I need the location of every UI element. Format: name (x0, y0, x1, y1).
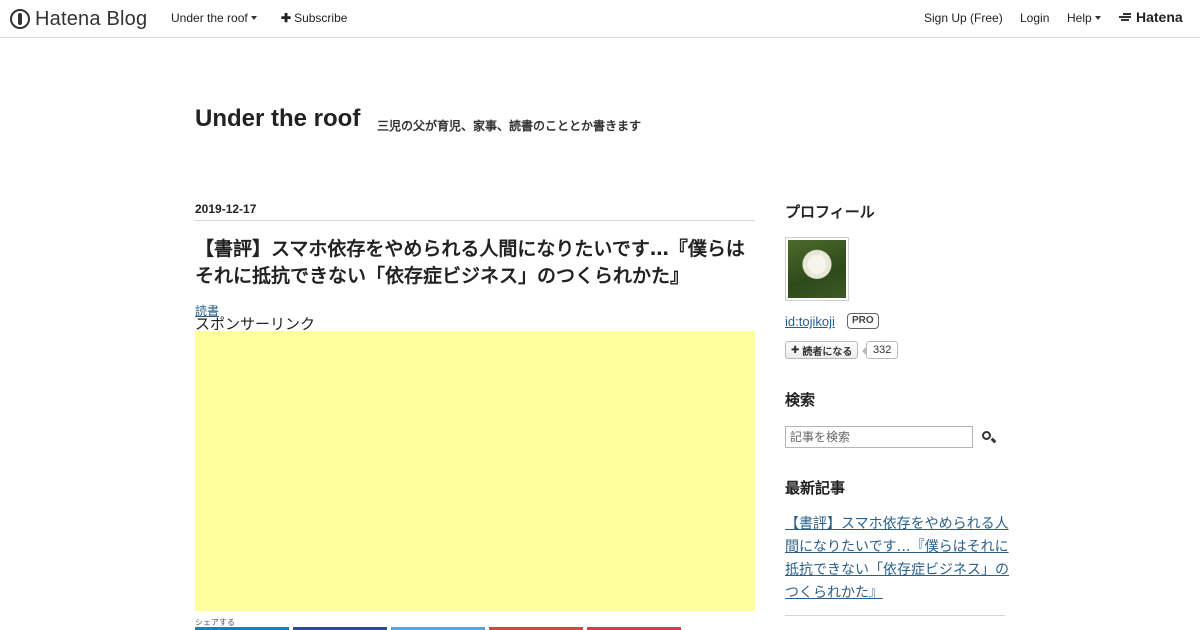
hatena-blog-logo-icon (10, 9, 30, 29)
hatena-blog-logo-text: Hatena Blog (35, 7, 148, 30)
subscribe-label: Subscribe (294, 11, 348, 25)
help-dropdown[interactable]: Help (1067, 11, 1101, 25)
chevron-down-icon (250, 15, 257, 20)
chevron-down-icon (1094, 15, 1101, 20)
hatena-logo-text: Hatena (1136, 9, 1183, 25)
plus-icon: ✚ (281, 11, 292, 25)
search-icon[interactable] (981, 430, 997, 446)
search-heading: 検索 (785, 391, 816, 409)
search-input[interactable] (785, 426, 973, 448)
hatena-logo[interactable]: Hatena (1119, 9, 1183, 25)
profile-heading: プロフィール (785, 203, 875, 221)
reader-button-label: 読者になる (802, 346, 853, 358)
recent-heading: 最新記事 (785, 479, 846, 497)
signup-link[interactable]: Sign Up (Free) (924, 11, 1003, 25)
global-header: Hatena Blog Under the roof ✚ Subscribe Si… (0, 0, 1200, 38)
hatena-blog-logo[interactable]: Hatena Blog (10, 7, 147, 31)
login-link[interactable]: Login (1020, 11, 1049, 25)
hatena-mark-icon (1119, 12, 1133, 22)
entry-title[interactable]: 【書評】スマホ依存をやめられる人間になりたいです…『僕らはそれに抵抗できない「依… (195, 236, 760, 290)
blog-menu-dropdown[interactable]: Under the roof (171, 11, 257, 25)
subscribe-reader-button[interactable]: ✚ 読者になる (785, 341, 859, 359)
help-label: Help (1067, 11, 1092, 25)
pro-badge: PRO (847, 313, 879, 329)
blog-description: 三児の父が育児、家事、読書のこととか書きます (377, 119, 642, 133)
blog-title[interactable]: Under the roof (195, 105, 360, 133)
avatar-photo (788, 240, 846, 298)
entry-divider (195, 220, 755, 221)
subscribe-button[interactable]: ✚ Subscribe (281, 11, 347, 25)
recent-entry-link[interactable]: 【書評】スマホ依存をやめられる人間になりたいです…『僕らはそれに抵抗できない「依… (785, 513, 1010, 605)
blog-menu-label: Under the roof (171, 11, 248, 25)
ad-placeholder[interactable] (195, 331, 755, 611)
recent-divider (785, 615, 1005, 616)
plus-icon: ✚ (791, 344, 800, 356)
reader-count[interactable]: 332 (861, 341, 899, 359)
profile-id-link[interactable]: id:tojikoji (785, 314, 835, 329)
entry-date[interactable]: 2019-12-17 (195, 202, 256, 216)
avatar[interactable] (785, 237, 849, 301)
